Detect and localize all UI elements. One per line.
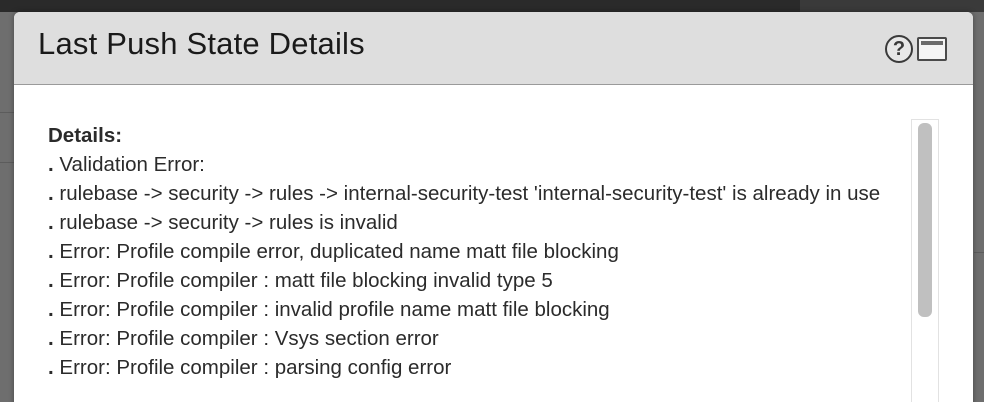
detail-line-text: rulebase -> security -> rules -> interna… [59, 182, 881, 205]
dialog-title: Last Push State Details [38, 26, 365, 61]
detail-line: . Error: Profile compiler : invalid prof… [48, 295, 910, 324]
background-row-divider [0, 112, 14, 113]
background-row-divider [0, 162, 14, 163]
background-row-divider [974, 252, 984, 253]
dialog-header: Last Push State Details ? [14, 12, 973, 85]
help-icon[interactable]: ? [885, 35, 913, 63]
detail-line: . Error: Profile compiler : parsing conf… [48, 353, 910, 382]
bullet-dot: . [48, 240, 54, 263]
bullet-dot: . [48, 182, 54, 205]
detail-line: . Error: Profile compile error, duplicat… [48, 237, 910, 266]
detail-line: . rulebase -> security -> rules -> inter… [48, 179, 910, 208]
detail-line-text: Error: Profile compiler : invalid profil… [59, 298, 610, 321]
scrollbar-thumb[interactable] [918, 123, 932, 317]
bullet-dot: . [48, 298, 54, 321]
detail-line-text: rulebase -> security -> rules is invalid [59, 211, 398, 234]
bullet-dot: . [48, 269, 54, 292]
details-heading: Details: [48, 124, 123, 147]
detail-line-text: Error: Profile compiler : matt file bloc… [59, 269, 553, 292]
background-topbar [0, 0, 984, 12]
bullet-dot: . [48, 153, 54, 176]
maximize-icon[interactable] [917, 37, 947, 61]
detail-line: . Validation Error: [48, 150, 910, 179]
detail-line: . Error: Profile compiler : Vsys section… [48, 324, 910, 353]
last-push-state-dialog: Last Push State Details ? Details: . Val… [14, 12, 973, 402]
bullet-dot: . [48, 327, 54, 350]
background-topbar-segment [800, 0, 984, 12]
bullet-dot: . [48, 356, 54, 379]
detail-line: . rulebase -> security -> rules is inval… [48, 208, 910, 237]
detail-line-text: Validation Error: [59, 153, 205, 176]
dialog-body: Details: . Validation Error:. rulebase -… [14, 85, 973, 402]
header-icons: ? [885, 34, 947, 64]
detail-line-text: Error: Profile compiler : Vsys section e… [59, 327, 439, 350]
details-content: Details: . Validation Error:. rulebase -… [48, 121, 910, 382]
detail-line: . Error: Profile compiler : matt file bl… [48, 266, 910, 295]
detail-line-text: Error: Profile compiler : parsing config… [59, 356, 452, 379]
vertical-scrollbar[interactable] [911, 119, 939, 402]
bullet-dot: . [48, 211, 54, 234]
detail-line-text: Error: Profile compile error, duplicated… [59, 240, 619, 263]
